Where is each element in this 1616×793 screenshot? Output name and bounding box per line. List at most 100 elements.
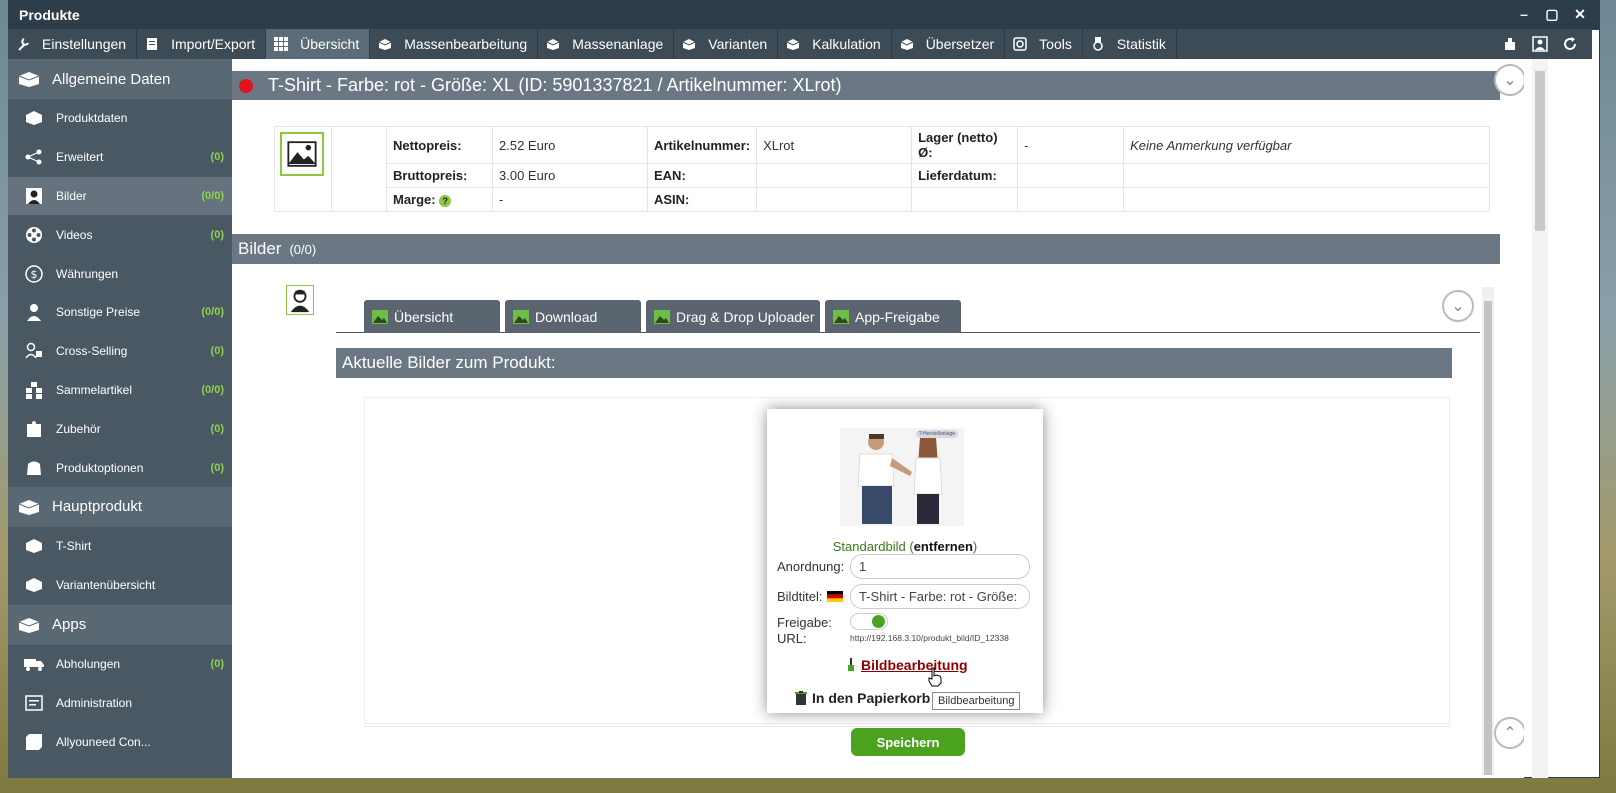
product-photo[interactable]: T-Herstellanlage [840,428,964,526]
tab-label: App-Freigabe [855,308,940,325]
section-title: Apps [52,616,87,634]
url-value[interactable]: http://192.168.3.10/produkt_bild/ID_1233… [850,633,1009,643]
chevron-down-icon: ⌄ [1503,72,1517,89]
image-badge: T-Herstellanlage [915,430,958,438]
artikelnummer-value: XLrot [756,126,913,164]
sidebar-item-produktoptionen[interactable]: Produktoptionen (0) [8,448,232,487]
sidebar-section-hauptprodukt[interactable]: Hauptprodukt [8,486,232,527]
tab-app-freigabe[interactable]: App-Freigabe [825,300,961,333]
sidebar-item-allyouneed[interactable]: Allyouneed Con... [8,722,232,761]
window-title: Produkte [19,7,80,23]
asin-label: ASIN: [646,187,758,212]
menu-kalkulation[interactable]: Kalkulation [778,29,892,59]
boxes-stack-icon [24,380,44,400]
wrench-icon [18,38,29,51]
menu-uebersicht[interactable]: Übersicht [266,29,371,59]
refresh-icon[interactable] [1562,36,1578,52]
item-count: (0) [210,151,224,164]
close-icon[interactable]: ✕ [1573,6,1587,23]
bildtitel-input[interactable] [850,584,1030,609]
german-flag-icon [827,591,843,602]
puzzle-icon [24,419,44,439]
sidebar-item-administration[interactable]: Administration [8,683,232,722]
film-reel-icon [24,225,44,245]
sidebar-section-allgemeine-daten[interactable]: Allgemeine Daten [8,59,232,99]
menu-tools[interactable]: Tools [1005,29,1083,59]
sidebar-item-waehrungen[interactable]: $ Währungen [8,254,232,293]
box-icon [900,39,913,50]
menu-statistik[interactable]: Statistik [1083,29,1177,59]
scrollbar-thumb[interactable] [1484,301,1492,775]
scrollbar-thumb[interactable] [1535,71,1545,231]
inner-scrollbar[interactable] [1482,287,1494,775]
menu-varianten[interactable]: Varianten [674,29,779,59]
bilder-tabs: Übersicht Download Drag & Drop Uploader … [336,300,1480,333]
image-icon [513,309,529,324]
menu-einstellungen[interactable]: Einstellungen [8,29,138,59]
sidebar-item-bilder[interactable]: Bilder (0/0) [8,176,232,216]
tab-drag-drop-uploader[interactable]: Drag & Drop Uploader [646,300,820,333]
minimize-icon[interactable]: – [1517,6,1531,23]
menu-massenbearbeitung[interactable]: Massenbearbeitung [370,29,539,59]
nettopreis-value: 2.52 Euro [492,126,648,164]
sidebar-item-videos[interactable]: Videos (0) [8,215,232,254]
tools-icon [1013,37,1027,51]
sidebar-item-abholungen[interactable]: Abholungen (0) [8,645,232,684]
image-edit-link[interactable]: Bildbearbeitung [861,657,968,673]
current-images-header: Aktuelle Bilder zum Produkt: [336,348,1452,378]
options-icon [24,458,44,478]
sidebar-section-apps[interactable]: Apps [8,604,232,645]
remove-standard-link[interactable]: entfernen [914,539,973,554]
anordnung-label: Anordnung: [777,559,845,574]
sidebar-item-label: Erweitert [56,150,104,165]
menu-massenanlage[interactable]: Massenanlage [538,29,675,59]
image-placeholder-icon[interactable] [280,132,324,176]
sidebar-item-cross-selling[interactable]: Cross-Selling (0) [8,332,232,371]
asin-value [756,187,913,212]
collapse-header-button[interactable]: ⌄ [1494,64,1524,96]
maximize-icon[interactable]: ▢ [1545,6,1559,23]
trash-button[interactable]: In den Papierkorb [795,690,930,706]
menu-label: Massenbearbeitung [404,36,528,52]
tab-uebersicht[interactable]: Übersicht [364,300,500,333]
standard-image-row: Standardbild (entfernen) [832,539,978,554]
save-button[interactable]: Speichern [851,728,965,756]
sidebar-item-sonstige-preise[interactable]: Sonstige Preise (0/0) [8,293,232,332]
box-icon [786,39,800,50]
anordnung-input[interactable] [850,554,1030,579]
sidebar-item-zubehoer[interactable]: Zubehör (0) [8,409,232,448]
tooltip: Bildbearbeitung [932,692,1021,710]
empty-cell [1123,163,1490,188]
ean-value [756,163,913,188]
current-images-title: Aktuelle Bilder zum Produkt: [342,353,556,372]
medal-icon [1093,37,1103,51]
scroll-to-top-button[interactable]: ⌃ [1494,717,1524,749]
menu-import-export[interactable]: Import/Export [137,29,267,59]
user-icon[interactable] [1532,36,1548,52]
sidebar-item-sammelartikel[interactable]: Sammelartikel (0/0) [8,371,232,410]
menu-label: Kalkulation [812,36,881,52]
sidebar-item-erweitert[interactable]: Erweitert (0) [8,138,232,177]
section-title: Hauptprodukt [52,498,143,516]
sidebar-item-label: Produktoptionen [56,460,144,475]
robot-icon[interactable] [1502,36,1518,52]
sidebar-item-produktdaten[interactable]: Produktdaten [8,99,232,138]
section-title: Allgemeine Daten [52,70,171,88]
page-scrollbar[interactable] [1532,59,1548,778]
info-icon[interactable]: ? [439,195,452,207]
lager-label: Lager (netto) Ø: [911,126,1019,164]
sidebar-item-label: Allyouneed Con... [56,734,151,749]
sidebar-item-t-shirt[interactable]: T-Shirt [8,527,232,566]
sidebar-item-variantenuebersicht[interactable]: Variantenübersicht [8,566,232,605]
menu-label: Übersicht [300,36,360,52]
bruttopreis-value: 3.00 Euro [492,163,648,188]
item-count: (0/0) [201,383,224,396]
app-icon [24,732,44,752]
menu-uebersetzer[interactable]: Übersetzer [892,29,1006,59]
anmerkung-text: Keine Anmerkung verfügbar [1123,126,1490,164]
person-icon [24,302,44,322]
tab-download[interactable]: Download [505,300,641,333]
freigabe-toggle[interactable] [850,613,888,630]
box-icon [18,499,40,515]
box-icon [24,536,44,556]
